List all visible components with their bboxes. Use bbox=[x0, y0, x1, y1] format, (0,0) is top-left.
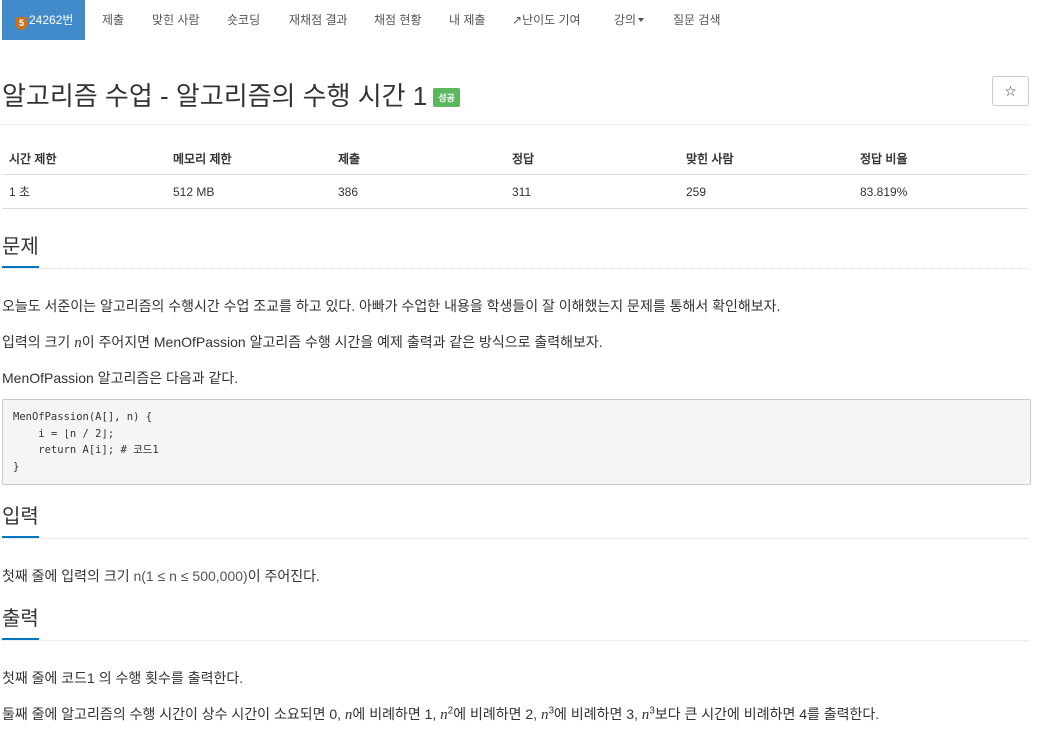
tab-submit[interactable]: 제출 bbox=[102, 0, 124, 40]
input-text: 첫째 줄에 입력의 크기 bbox=[2, 568, 134, 584]
header-accepted: 정답 bbox=[505, 142, 679, 175]
description-paragraph-3: MenOfPassion 알고리즘은 다음과 같다. bbox=[2, 370, 239, 386]
value-memory-limit: 512 MB bbox=[166, 174, 331, 209]
input-text: 이 주어진다. bbox=[247, 568, 320, 584]
output-paragraph-1: 첫째 줄에 코드1 의 수행 횟수를 출력한다. bbox=[2, 670, 244, 686]
input-section-header: 입력 bbox=[2, 504, 1029, 539]
value-accepted: 311 bbox=[505, 174, 679, 209]
description-paragraph-1: 오늘도 서준이는 알고리즘의 수행시간 수업 조교를 하고 있다. 아빠가 수업… bbox=[2, 298, 781, 314]
description-section-header: 문제 bbox=[2, 234, 1029, 269]
status-badge: 성공 bbox=[433, 88, 460, 107]
tab-lectures-label: 강의 bbox=[614, 13, 637, 27]
external-link-icon: ↗ bbox=[512, 13, 523, 27]
description-title: 문제 bbox=[2, 234, 39, 268]
table-header-row: 시간 제한 메모리 제한 제출 정답 맞힌 사람 정답 비율 bbox=[2, 142, 1028, 175]
header-time-limit: 시간 제한 bbox=[2, 142, 166, 175]
header-submissions: 제출 bbox=[331, 142, 505, 175]
tab-judge-status[interactable]: 채점 현황 bbox=[374, 0, 422, 40]
description-p2-text: 입력의 크기 bbox=[2, 334, 75, 350]
value-submissions: 386 bbox=[331, 174, 505, 209]
input-constraint: n(1 ≤ n ≤ 500,000) bbox=[133, 568, 248, 584]
tab-short-coding[interactable]: 숏코딩 bbox=[227, 0, 260, 40]
math-var-n: n bbox=[440, 707, 448, 723]
output-title: 출력 bbox=[2, 606, 39, 640]
header-accept-ratio: 정답 비율 bbox=[853, 142, 1028, 175]
output-p2-text: 에 비례하면 3, bbox=[554, 706, 642, 722]
tab-question-search[interactable]: 질문 검색 bbox=[673, 0, 721, 40]
problem-number: 24262번 bbox=[29, 13, 74, 27]
header-solved-users: 맞힌 사람 bbox=[679, 142, 853, 175]
value-solved-users: 259 bbox=[679, 174, 853, 209]
tab-my-submissions[interactable]: 내 제출 bbox=[449, 0, 485, 40]
star-icon: ☆ bbox=[1004, 83, 1017, 99]
caret-down-icon bbox=[638, 18, 645, 22]
title-row: 알고리즘 수업 - 알고리즘의 수행 시간 1 성공 ☆ bbox=[2, 72, 1029, 125]
table-row: 1 초 512 MB 386 311 259 83.819% bbox=[2, 174, 1028, 209]
input-description: 첫째 줄에 입력의 크기 n(1 ≤ n ≤ 500,000)이 주어진다. bbox=[2, 566, 320, 586]
value-time-limit: 1 초 bbox=[2, 174, 166, 209]
problem-title: 알고리즘 수업 - 알고리즘의 수행 시간 1 bbox=[2, 81, 428, 111]
output-p2-text: 보다 큰 시간에 비례하면 4를 출력한다. bbox=[654, 706, 880, 722]
math-var-n: n bbox=[74, 335, 82, 351]
problem-info-table: 시간 제한 메모리 제한 제출 정답 맞힌 사람 정답 비율 1 초 512 M… bbox=[2, 142, 1028, 209]
pseudocode-block: MenOfPassion(A[], n) { i = ⌊n / 2⌋; retu… bbox=[2, 399, 1031, 485]
value-accept-ratio: 83.819% bbox=[853, 174, 1028, 209]
favorite-button[interactable]: ☆ bbox=[992, 76, 1029, 106]
tab-difficulty-contribution[interactable]: ↗난이도 기여 bbox=[512, 0, 581, 40]
description-paragraph-2: 입력의 크기 n이 주어지면 MenOfPassion 알고리즘 수행 시간을 … bbox=[2, 332, 603, 352]
description-p2-text: 이 주어지면 MenOfPassion 알고리즘 수행 시간을 예제 출력과 같… bbox=[81, 334, 603, 350]
output-p2-text: 에 비례하면 1, bbox=[352, 706, 441, 722]
header-memory-limit: 메모리 제한 bbox=[166, 142, 331, 175]
output-section-header: 출력 bbox=[2, 606, 1029, 641]
tab-difficulty-label: 난이도 기여 bbox=[522, 13, 581, 27]
tab-problem[interactable]: 5 24262번 bbox=[2, 0, 86, 40]
tier-badge-icon: 5 bbox=[16, 17, 27, 30]
tab-rejudge-results[interactable]: 재채점 결과 bbox=[289, 0, 348, 40]
tab-solved-users[interactable]: 맞힌 사람 bbox=[152, 0, 200, 40]
tab-lectures[interactable]: 강의 bbox=[614, 0, 645, 40]
input-title: 입력 bbox=[2, 504, 39, 538]
output-paragraph-2: 둘째 줄에 알고리즘의 수행 시간이 상수 시간이 소요되면 0, n에 비례하… bbox=[2, 704, 879, 724]
problem-nav: 5 24262번 제출 맞힌 사람 숏코딩 재채점 결과 채점 현황 내 제출 ↗… bbox=[0, 0, 1049, 40]
page-title: 알고리즘 수업 - 알고리즘의 수행 시간 1 성공 bbox=[2, 76, 460, 113]
output-p2-text: 둘째 줄에 알고리즘의 수행 시간이 상수 시간이 소요되면 0, bbox=[2, 706, 345, 722]
output-p2-text: 에 비례하면 2, bbox=[453, 706, 541, 722]
